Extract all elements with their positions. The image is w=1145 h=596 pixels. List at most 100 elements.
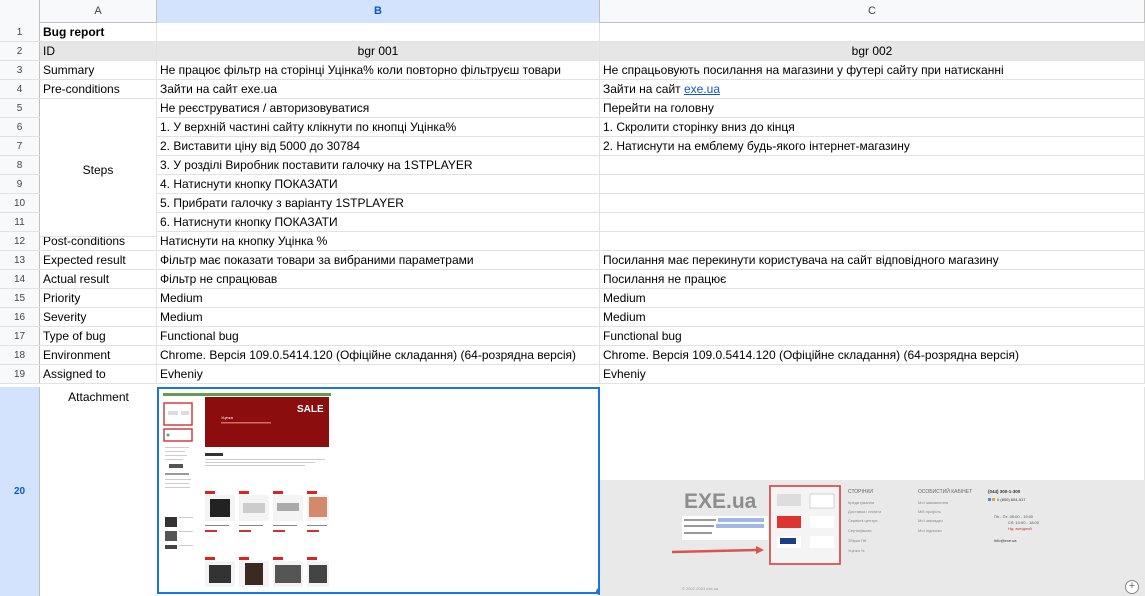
cell-c17[interactable]: Functional bug: [600, 327, 1145, 345]
row-7: 7 2. Виставити ціну від 5000 до 30784 2. Н…: [0, 137, 1145, 156]
select-all-corner[interactable]: [0, 0, 40, 23]
cell-c16[interactable]: Medium: [600, 308, 1145, 326]
column-header-c[interactable]: C: [600, 0, 1145, 23]
row-16: 16 Severity Medium Medium: [0, 308, 1145, 327]
cell-a1[interactable]: Bug report: [40, 23, 157, 41]
row-number-8[interactable]: 8: [0, 156, 40, 174]
cell-a4[interactable]: Pre-conditions: [40, 80, 157, 98]
row-13: 13 Expected result Фільтр має показати тов…: [0, 251, 1145, 270]
footer-copyright: © 2007-2023 exe.ua: [682, 586, 719, 591]
cell-b5[interactable]: Не реєструватися / авторизовуватися: [157, 99, 600, 117]
add-icon[interactable]: +: [1125, 580, 1139, 594]
cell-b10[interactable]: 5. Прибрати галочку з варіанту 1STPLAYER: [157, 194, 600, 212]
cell-b2[interactable]: bgr 001: [157, 42, 600, 60]
cell-a14[interactable]: Actual result: [40, 270, 157, 288]
cell-c7[interactable]: 2. Натиснути на емблему будь-якого інтер…: [600, 137, 1145, 155]
cell-c10[interactable]: [600, 194, 1145, 212]
row-number-15[interactable]: 15: [0, 289, 40, 307]
cell-c14[interactable]: Посилання не працює: [600, 270, 1145, 288]
cell-c8[interactable]: [600, 156, 1145, 174]
footer-col1-item-3: Сертифікати: [848, 528, 872, 533]
row-number-7[interactable]: 7: [0, 137, 40, 155]
row-number-14[interactable]: 14: [0, 270, 40, 288]
screenshot-bug-001[interactable]: SALE Уцінка: [157, 387, 600, 594]
row-number-16[interactable]: 16: [0, 308, 40, 326]
row-number-17[interactable]: 17: [0, 327, 40, 345]
cell-c4[interactable]: Зайти на сайт exe.ua: [600, 80, 1145, 98]
cell-a17[interactable]: Type of bug: [40, 327, 157, 345]
cell-b1[interactable]: [157, 23, 600, 41]
cell-a13[interactable]: Expected result: [40, 251, 157, 269]
footer-col1-title: СТОРІНКИ: [848, 489, 873, 495]
cell-b11[interactable]: 6. Натиснути кнопку ПОКАЗАТИ: [157, 213, 600, 231]
sale-text: SALE: [297, 404, 324, 415]
cell-c19[interactable]: Evheniy: [600, 365, 1145, 383]
cell-a3[interactable]: Summary: [40, 61, 157, 79]
footer-col2-title: ОСОБИСТИЙ КАБІНЕТ: [918, 487, 972, 495]
cell-b19[interactable]: Evheniy: [157, 365, 600, 383]
screenshot-bug-001-image: SALE Уцінка: [159, 389, 598, 592]
cell-b12[interactable]: Натиснути на кнопку Уцінка %: [157, 232, 600, 250]
row-number-2[interactable]: 2: [0, 42, 40, 60]
column-header-b[interactable]: B: [157, 0, 600, 23]
cell-c15[interactable]: Medium: [600, 289, 1145, 307]
row-number-10[interactable]: 10: [0, 194, 40, 212]
column-header-a[interactable]: A: [40, 0, 157, 23]
row-19: 19 Assigned to Evheniy Evheniy: [0, 365, 1145, 384]
cell-a2[interactable]: ID: [40, 42, 157, 60]
cell-c5[interactable]: Перейти на головну: [600, 99, 1145, 117]
steps-label-cell[interactable]: Steps: [40, 104, 157, 237]
cell-c13[interactable]: Посилання має перекинути користувача на …: [600, 251, 1145, 269]
cell-b18[interactable]: Chrome. Версія 109.0.5414.120 (Офіційне …: [157, 346, 600, 364]
row-number-19[interactable]: 19: [0, 365, 40, 383]
row-number-12[interactable]: 12: [0, 232, 40, 250]
cell-b16[interactable]: Medium: [157, 308, 600, 326]
footer-col2-item-0: Мої замовлення: [918, 500, 948, 505]
row-number-5[interactable]: 5: [0, 99, 40, 117]
screenshot-bug-002[interactable]: EXE.ua СТОРІНКИ Кредитування Доставка і …: [600, 480, 1145, 596]
cell-a15[interactable]: Priority: [40, 289, 157, 307]
footer-hours-3: Нд: вихідний: [1008, 526, 1032, 531]
cell-c2[interactable]: bgr 002: [600, 42, 1145, 60]
cell-b8[interactable]: 3. У розділі Виробник поставити галочку …: [157, 156, 600, 174]
row-14: 14 Actual result Фільтр не спрацював Посила…: [0, 270, 1145, 289]
cell-c3[interactable]: Не спрацьовують посилання на магазини у …: [600, 61, 1145, 79]
cell-b3[interactable]: Не працює фільтр на сторінці Уцінка% кол…: [157, 61, 600, 79]
cell-b7[interactable]: 2. Виставити ціну від 5000 до 30784: [157, 137, 600, 155]
row-4: 4 Pre-conditions Зайти на сайт exe.ua Зайти…: [0, 80, 1145, 99]
footer-col2-item-3: Мої підписки: [918, 528, 942, 533]
row-number-4[interactable]: 4: [0, 80, 40, 98]
cell-a18[interactable]: Environment: [40, 346, 157, 364]
cell-b6[interactable]: 1. У верхній частині сайту клікнути по к…: [157, 118, 600, 136]
row-number-9[interactable]: 9: [0, 175, 40, 193]
cell-b15[interactable]: Medium: [157, 289, 600, 307]
exe-ua-link[interactable]: exe.ua: [684, 82, 720, 96]
cell-c1[interactable]: [600, 23, 1145, 41]
cell-a16[interactable]: Severity: [40, 308, 157, 326]
attachment-label[interactable]: Attachment: [40, 387, 157, 407]
cell-b13[interactable]: Фільтр має показати товари за вибраними …: [157, 251, 600, 269]
cell-b4[interactable]: Зайти на сайт exe.ua: [157, 80, 600, 98]
row-number-18[interactable]: 18: [0, 346, 40, 364]
row-number-6[interactable]: 6: [0, 118, 40, 136]
row-6: 6 1. У верхній частині сайту клікнути по …: [0, 118, 1145, 137]
row-number-3[interactable]: 3: [0, 61, 40, 79]
cell-c18[interactable]: Chrome. Версія 109.0.5414.120 (Офіційне …: [600, 346, 1145, 364]
row-number-13[interactable]: 13: [0, 251, 40, 269]
row-number-11[interactable]: 11: [0, 213, 40, 231]
cell-a19[interactable]: Assigned to: [40, 365, 157, 383]
row-2: 2 ID bgr 001 bgr 002: [0, 42, 1145, 61]
cell-b9[interactable]: 4. Натиснути кнопку ПОКАЗАТИ: [157, 175, 600, 193]
row-1: 1 Bug report: [0, 23, 1145, 42]
footer-col1-item-0: Кредитування: [848, 500, 874, 505]
cell-c11[interactable]: [600, 213, 1145, 231]
cell-b14[interactable]: Фільтр не спрацював: [157, 270, 600, 288]
row-number-20[interactable]: 20: [0, 387, 40, 596]
row-number-1[interactable]: 1: [0, 23, 40, 41]
row-12: 12 Post-conditions Натиснути на кнопку Уці…: [0, 232, 1145, 251]
cell-c6[interactable]: 1. Скролити сторінку вниз до кінця: [600, 118, 1145, 136]
cell-b17[interactable]: Functional bug: [157, 327, 600, 345]
cell-c12[interactable]: [600, 232, 1145, 250]
cell-c4-text: Зайти на сайт: [603, 82, 684, 96]
cell-c9[interactable]: [600, 175, 1145, 193]
